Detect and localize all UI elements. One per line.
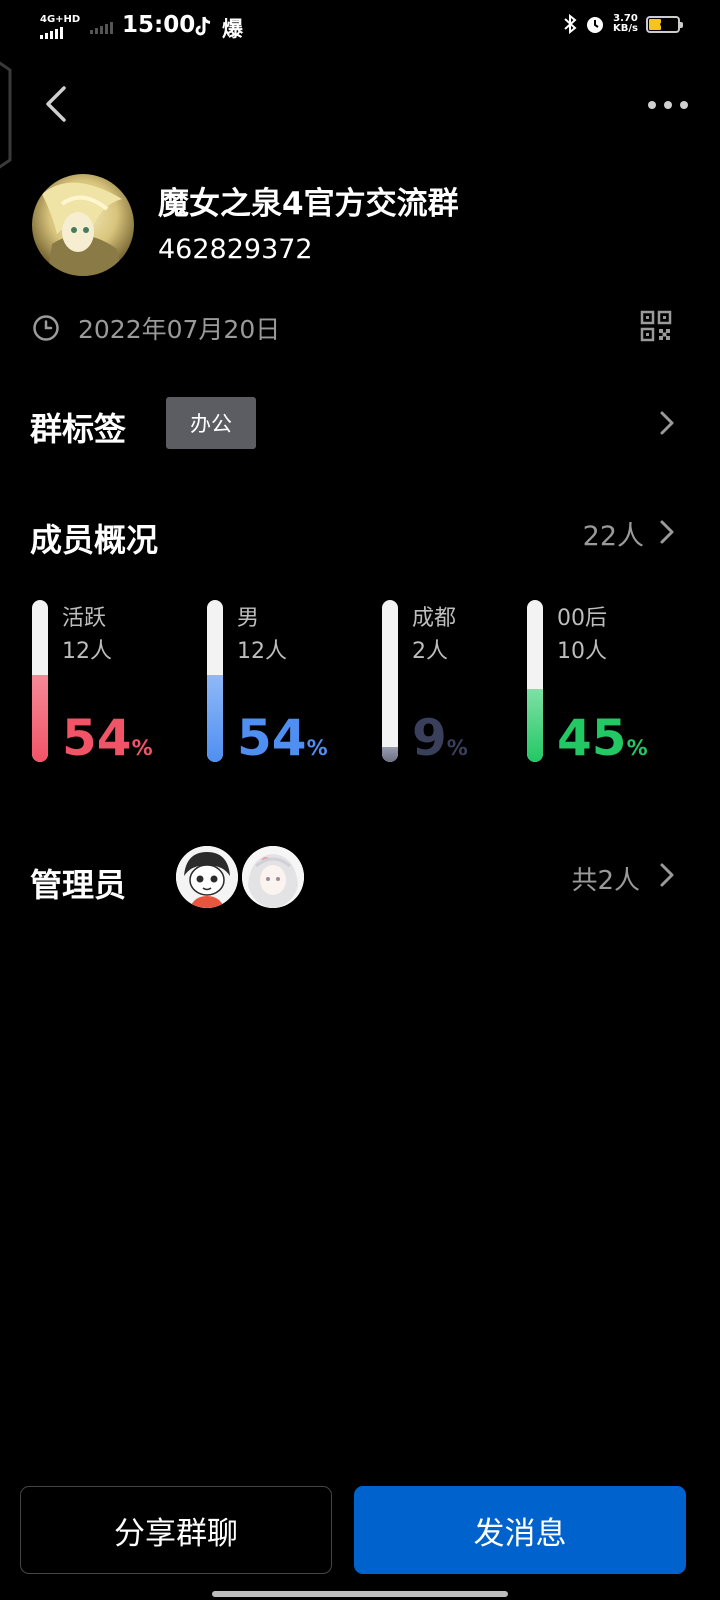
stat-count: 12人	[237, 639, 287, 664]
app-notification-glyph: 爆	[222, 17, 243, 41]
send-message-button[interactable]: 发消息	[354, 1486, 686, 1574]
battery-level: 44	[659, 16, 675, 30]
stat-percent: 9%	[412, 708, 468, 780]
stat-label: 成都	[412, 606, 457, 631]
stat-male[interactable]: 男 12人 54%	[207, 600, 367, 770]
stat-label: 男	[237, 606, 260, 631]
stat-percent-unit: %	[306, 736, 328, 760]
stat-percent-value: 54	[237, 709, 307, 767]
stat-percent-unit: %	[626, 736, 648, 760]
admins-title: 管理员	[30, 866, 127, 904]
signal-icon	[40, 27, 80, 39]
members-chevron-right-icon[interactable]	[656, 517, 678, 547]
created-date: 2022年07月20日	[78, 315, 281, 344]
network-speed: 3.70 KB/s	[613, 14, 638, 34]
clock-icon	[33, 315, 59, 341]
status-right-icons: 3.70 KB/s 44	[563, 14, 683, 34]
network-type: 4G+HD	[40, 14, 81, 25]
stat-location[interactable]: 成都 2人 9%	[382, 600, 542, 770]
stat-bar-fill	[32, 674, 48, 762]
group-avatar[interactable]	[32, 174, 134, 276]
speed-unit: KB/s	[613, 23, 638, 34]
stat-bar	[527, 600, 543, 762]
stat-age[interactable]: 00后 10人 45%	[527, 600, 687, 770]
network-indicator: 4G+HD	[40, 14, 80, 39]
admin-avatar[interactable]	[176, 846, 238, 908]
tags-chevron-right-icon[interactable]	[656, 408, 678, 438]
share-group-button[interactable]: 分享群聊	[20, 1486, 332, 1574]
created-date-row: 2022年07月20日	[32, 310, 280, 346]
admin-avatar[interactable]	[242, 846, 304, 908]
member-count[interactable]: 22人	[583, 514, 644, 553]
stat-label: 00后	[557, 606, 607, 631]
group-tags-title: 群标签	[30, 410, 127, 448]
stat-active[interactable]: 活跃 12人 54%	[32, 600, 192, 770]
stat-bar-fill	[207, 674, 223, 762]
admin-avatar-image	[242, 846, 304, 908]
stat-bar-fill	[527, 689, 543, 762]
qr-code-icon[interactable]	[640, 310, 672, 342]
group-id: 462829372	[158, 234, 313, 265]
members-overview-title: 成员概况	[30, 521, 159, 559]
admin-avatar-image	[176, 846, 238, 908]
stat-count: 10人	[557, 639, 607, 664]
tag-chip[interactable]: 办公	[166, 397, 256, 449]
stat-percent: 45%	[557, 708, 648, 780]
group-avatar-image	[32, 174, 134, 276]
admins-chevron-right-icon[interactable]	[656, 860, 678, 890]
edge-decoration	[0, 61, 12, 169]
stat-count: 12人	[62, 639, 112, 664]
stat-bar	[207, 600, 223, 762]
group-name: 魔女之泉4官方交流群	[158, 186, 459, 222]
back-button[interactable]	[38, 84, 78, 124]
stat-percent: 54%	[237, 708, 328, 780]
tiktok-icon	[195, 16, 211, 36]
alarm-icon	[587, 17, 604, 33]
admin-total[interactable]: 共2人	[571, 860, 640, 897]
bluetooth-icon	[564, 14, 577, 34]
stat-percent-unit: %	[131, 736, 153, 760]
status-bar: 4G+HD 15:00 爆 3.70 KB/s 44	[0, 0, 720, 56]
stat-percent: 54%	[62, 708, 153, 780]
stat-percent-value: 9	[412, 709, 447, 767]
stat-bar-fill	[382, 747, 398, 762]
home-indicator	[212, 1591, 508, 1597]
stat-label: 活跃	[62, 606, 107, 631]
stat-percent-value: 45	[557, 709, 627, 767]
signal-icon-secondary	[90, 22, 113, 34]
stat-percent-unit: %	[446, 736, 468, 760]
stat-percent-value: 54	[62, 709, 132, 767]
more-options-button[interactable]	[642, 88, 694, 122]
stat-count: 2人	[412, 639, 448, 664]
battery-icon: 44	[646, 15, 683, 33]
stat-bar	[382, 600, 398, 762]
status-time: 15:00	[122, 12, 196, 38]
stat-bar	[32, 600, 48, 762]
